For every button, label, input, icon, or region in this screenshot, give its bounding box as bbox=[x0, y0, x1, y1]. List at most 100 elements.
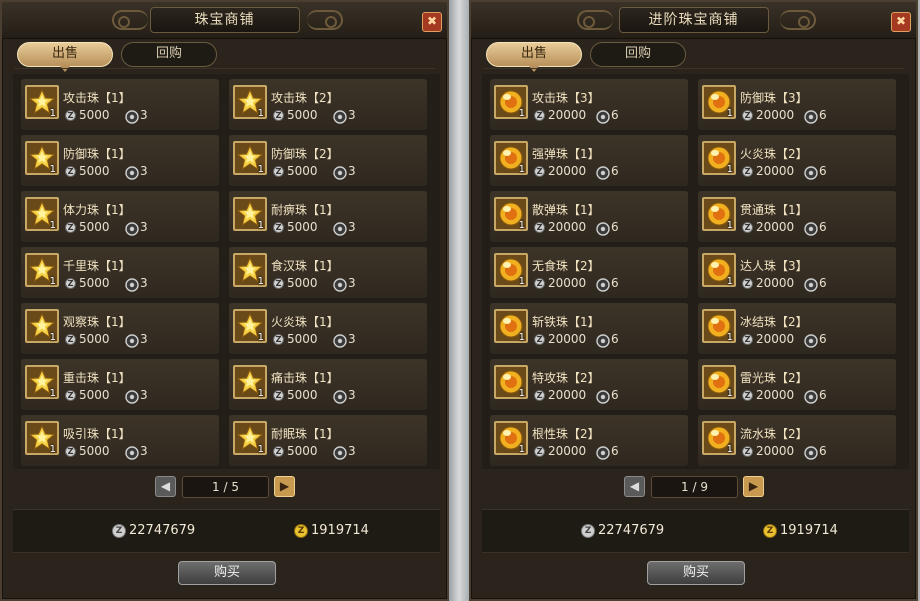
item-name: 防御珠【3】 bbox=[740, 91, 808, 105]
tab-buyback[interactable]: 回购 bbox=[121, 42, 217, 67]
ornament-left bbox=[577, 10, 613, 30]
item-price: 20000 bbox=[756, 164, 795, 178]
next-page-button[interactable]: ▶ bbox=[743, 476, 764, 497]
buy-button[interactable]: 购买 bbox=[178, 561, 276, 585]
shop-item[interactable]: 1 重击珠【1】 Z 5000 3 bbox=[21, 359, 219, 410]
orb-jewel-icon[interactable]: 1 bbox=[702, 421, 736, 455]
shop-item[interactable]: 1 痛击珠【1】 Z 5000 3 bbox=[229, 359, 427, 410]
item-count: 1 bbox=[726, 444, 733, 455]
gem-token-icon bbox=[596, 445, 610, 464]
orb-jewel-icon[interactable]: 1 bbox=[494, 309, 528, 343]
prev-page-button[interactable]: ◀ bbox=[624, 476, 645, 497]
orb-jewel-icon[interactable]: 1 bbox=[702, 141, 736, 175]
title-bar: 珠宝商铺 ✖ bbox=[2, 2, 447, 39]
shop-item[interactable]: 1 流水珠【2】 Z 20000 6 bbox=[698, 415, 896, 466]
close-icon[interactable]: ✖ bbox=[427, 14, 437, 28]
chevron-left-icon[interactable]: ◀ bbox=[161, 479, 170, 493]
item-name: 重击珠【1】 bbox=[63, 371, 131, 385]
shop-item[interactable]: 1 散弹珠【1】 Z 20000 6 bbox=[490, 191, 688, 242]
orb-jewel-icon[interactable]: 1 bbox=[702, 197, 736, 231]
star-jewel-icon[interactable]: 1 bbox=[25, 253, 59, 287]
star-jewel-icon[interactable]: 1 bbox=[25, 421, 59, 455]
item-name: 吸引珠【1】 bbox=[63, 427, 131, 441]
shop-item[interactable]: 1 无食珠【2】 Z 20000 6 bbox=[490, 247, 688, 298]
shop-item[interactable]: 1 耐眠珠【1】 Z 5000 3 bbox=[229, 415, 427, 466]
shop-item[interactable]: 1 攻击珠【3】 Z 20000 6 bbox=[490, 79, 688, 130]
orb-jewel-icon[interactable]: 1 bbox=[494, 253, 528, 287]
gem-token-icon bbox=[125, 277, 139, 296]
buy-button[interactable]: 购买 bbox=[647, 561, 745, 585]
star-jewel-icon[interactable]: 1 bbox=[25, 197, 59, 231]
chevron-right-icon[interactable]: ▶ bbox=[749, 479, 758, 493]
shop-item[interactable]: 1 防御珠【3】 Z 20000 6 bbox=[698, 79, 896, 130]
gem-token-icon bbox=[125, 445, 139, 464]
shop-item[interactable]: 1 雷光珠【2】 Z 20000 6 bbox=[698, 359, 896, 410]
item-price: 20000 bbox=[548, 276, 587, 290]
item-name: 火炎珠【1】 bbox=[271, 315, 339, 329]
shop-item[interactable]: 1 根性珠【2】 Z 20000 6 bbox=[490, 415, 688, 466]
gem-token-icon bbox=[804, 221, 818, 240]
close-icon[interactable]: ✖ bbox=[896, 14, 906, 28]
star-jewel-icon[interactable]: 1 bbox=[233, 197, 267, 231]
orb-jewel-icon[interactable]: 1 bbox=[494, 421, 528, 455]
orb-jewel-icon[interactable]: 1 bbox=[494, 85, 528, 119]
prev-page-button[interactable]: ◀ bbox=[155, 476, 176, 497]
star-jewel-icon[interactable]: 1 bbox=[233, 253, 267, 287]
shop-item[interactable]: 1 冰结珠【2】 Z 20000 6 bbox=[698, 303, 896, 354]
item-count: 1 bbox=[518, 108, 525, 119]
shop-item[interactable]: 1 食汉珠【1】 Z 5000 3 bbox=[229, 247, 427, 298]
star-jewel-icon[interactable]: 1 bbox=[233, 85, 267, 119]
tab-sell[interactable]: 出售 bbox=[486, 42, 582, 72]
close-button[interactable]: ✖ bbox=[422, 12, 442, 32]
shop-item[interactable]: 1 达人珠【3】 Z 20000 6 bbox=[698, 247, 896, 298]
star-jewel-icon[interactable]: 1 bbox=[233, 309, 267, 343]
shop-item[interactable]: 1 强弹珠【1】 Z 20000 6 bbox=[490, 135, 688, 186]
tab-buyback[interactable]: 回购 bbox=[590, 42, 686, 67]
shop-item[interactable]: 1 防御珠【2】 Z 5000 3 bbox=[229, 135, 427, 186]
orb-jewel-icon[interactable]: 1 bbox=[494, 365, 528, 399]
orb-jewel-icon[interactable]: 1 bbox=[494, 197, 528, 231]
item-price: 5000 bbox=[79, 388, 110, 402]
shop-item[interactable]: 1 体力珠【1】 Z 5000 3 bbox=[21, 191, 219, 242]
tab-sell[interactable]: 出售 bbox=[17, 42, 113, 72]
star-jewel-icon[interactable]: 1 bbox=[25, 309, 59, 343]
shop-item[interactable]: 1 特攻珠【2】 Z 20000 6 bbox=[490, 359, 688, 410]
shop-item[interactable]: 1 火炎珠【2】 Z 20000 6 bbox=[698, 135, 896, 186]
item-gem-cost: 3 bbox=[348, 332, 356, 346]
next-page-button[interactable]: ▶ bbox=[274, 476, 295, 497]
tab-divider bbox=[14, 68, 435, 69]
gem-token-icon bbox=[333, 333, 347, 352]
orb-jewel-icon[interactable]: 1 bbox=[702, 85, 736, 119]
shop-item[interactable]: 1 贯通珠【1】 Z 20000 6 bbox=[698, 191, 896, 242]
shop-item[interactable]: 1 火炎珠【1】 Z 5000 3 bbox=[229, 303, 427, 354]
item-name: 雷光珠【2】 bbox=[740, 371, 808, 385]
star-jewel-icon[interactable]: 1 bbox=[233, 421, 267, 455]
shop-item[interactable]: 1 攻击珠【1】 Z 5000 3 bbox=[21, 79, 219, 130]
gem-token-icon bbox=[125, 109, 139, 128]
shop-item[interactable]: 1 千里珠【1】 Z 5000 3 bbox=[21, 247, 219, 298]
zenny-coin-icon: Z bbox=[65, 222, 76, 233]
orb-jewel-icon[interactable]: 1 bbox=[702, 253, 736, 287]
star-jewel-icon[interactable]: 1 bbox=[25, 141, 59, 175]
shop-item[interactable]: 1 耐痹珠【1】 Z 5000 3 bbox=[229, 191, 427, 242]
star-jewel-icon[interactable]: 1 bbox=[25, 365, 59, 399]
shop-item[interactable]: 1 观察珠【1】 Z 5000 3 bbox=[21, 303, 219, 354]
item-count: 1 bbox=[518, 332, 525, 343]
shop-item[interactable]: 1 防御珠【1】 Z 5000 3 bbox=[21, 135, 219, 186]
close-button[interactable]: ✖ bbox=[891, 12, 911, 32]
star-jewel-icon[interactable]: 1 bbox=[233, 141, 267, 175]
item-count: 1 bbox=[726, 276, 733, 287]
orb-jewel-icon[interactable]: 1 bbox=[494, 141, 528, 175]
zenny-coin-icon: Z bbox=[742, 166, 753, 177]
orb-jewel-icon[interactable]: 1 bbox=[702, 309, 736, 343]
shop-item[interactable]: 1 攻击珠【2】 Z 5000 3 bbox=[229, 79, 427, 130]
shop-item[interactable]: 1 斩铁珠【1】 Z 20000 6 bbox=[490, 303, 688, 354]
star-jewel-icon[interactable]: 1 bbox=[233, 365, 267, 399]
star-jewel-icon[interactable]: 1 bbox=[25, 85, 59, 119]
item-price: 5000 bbox=[79, 276, 110, 290]
chevron-right-icon[interactable]: ▶ bbox=[280, 479, 289, 493]
shop-item[interactable]: 1 吸引珠【1】 Z 5000 3 bbox=[21, 415, 219, 466]
orb-jewel-icon[interactable]: 1 bbox=[702, 365, 736, 399]
item-count: 1 bbox=[257, 108, 264, 119]
chevron-left-icon[interactable]: ◀ bbox=[630, 479, 639, 493]
